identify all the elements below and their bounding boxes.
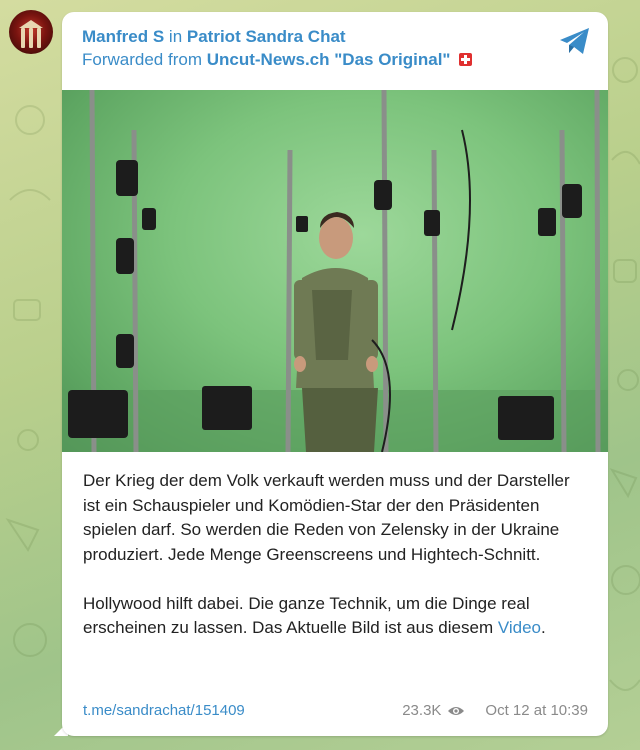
- message-paragraph-2-end: .: [541, 618, 546, 637]
- message-footer: t.me/sandrachat/151409 23.3K Oct 12 at 1…: [83, 702, 588, 722]
- message-paragraph-2: Hollywood hilft dabei. Die ganze Technik…: [83, 592, 590, 641]
- message-bubble: Manfred S in Patriot Sandra Chat Forward…: [62, 12, 608, 736]
- telegram-plane-icon[interactable]: [558, 26, 592, 56]
- forwarded-label: Forwarded from: [82, 50, 202, 69]
- author-name[interactable]: Manfred S: [82, 27, 164, 46]
- message-meta: 23.3K Oct 12 at 10:39: [402, 702, 588, 719]
- post-link[interactable]: t.me/sandrachat/151409: [83, 702, 245, 719]
- sender-avatar[interactable]: [9, 10, 53, 54]
- message-paragraph-1: Der Krieg der dem Volk verkauft werden m…: [83, 471, 570, 564]
- message-header: Manfred S in Patriot Sandra Chat Forward…: [82, 26, 548, 72]
- forwarded-photo[interactable]: [62, 90, 608, 452]
- message-text: Der Krieg der dem Volk verkauft werden m…: [83, 469, 590, 641]
- video-link[interactable]: Video: [498, 618, 541, 637]
- view-count: 23.3K: [402, 702, 442, 719]
- swiss-flag-icon: [459, 53, 473, 66]
- in-label: in: [168, 27, 183, 46]
- forwarded-source[interactable]: Uncut-News.ch "Das Original": [207, 50, 451, 69]
- message-paragraph-2-text: Hollywood hilft dabei. Die ganze Technik…: [83, 593, 530, 638]
- eye-icon: [448, 706, 465, 715]
- chat-name[interactable]: Patriot Sandra Chat: [187, 27, 346, 46]
- message-timestamp: Oct 12 at 10:39: [485, 702, 588, 719]
